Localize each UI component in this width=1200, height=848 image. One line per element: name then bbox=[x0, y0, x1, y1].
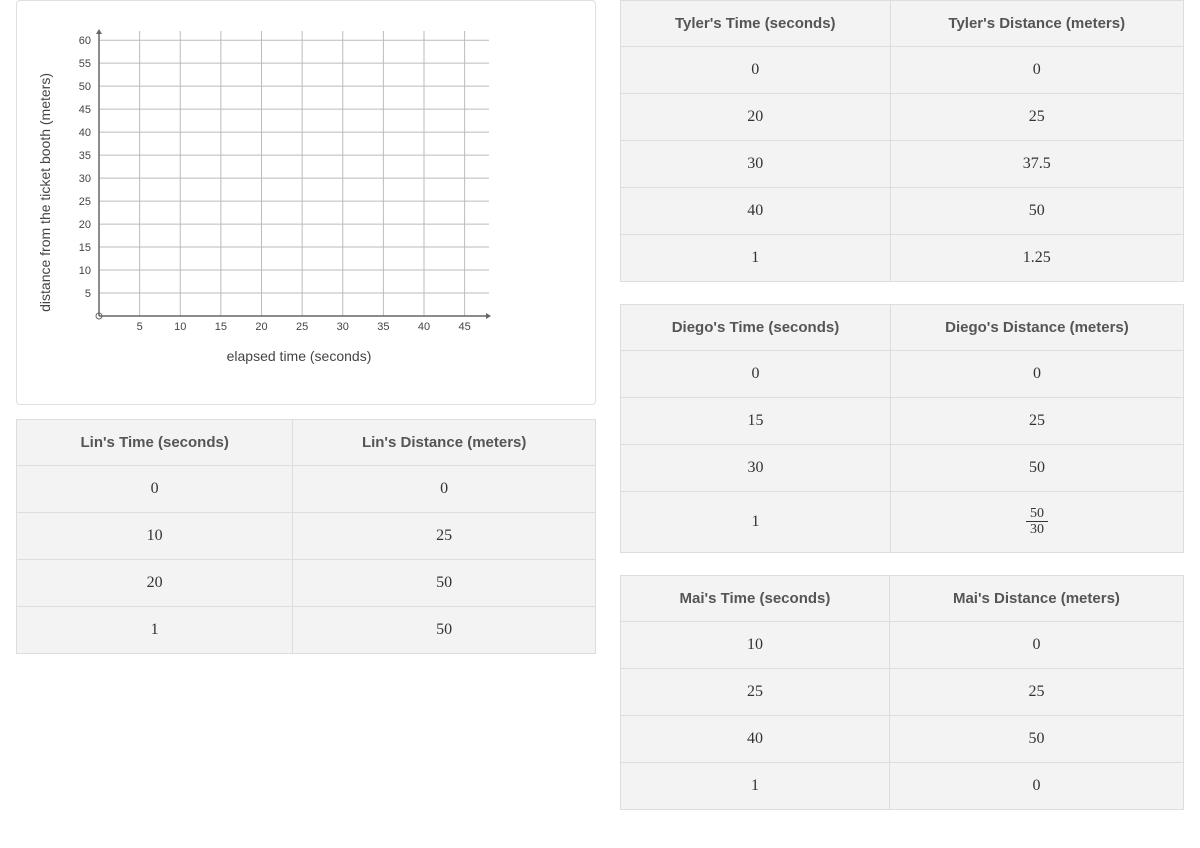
y-axis-label: distance from the ticket booth (meters) bbox=[37, 73, 53, 312]
table-cell: 25 bbox=[890, 398, 1183, 445]
tyler-header-dist: Tyler's Distance (meters) bbox=[890, 1, 1183, 47]
mai-header-time: Mai's Time (seconds) bbox=[621, 575, 890, 621]
svg-text:20: 20 bbox=[255, 321, 267, 333]
svg-text:30: 30 bbox=[337, 321, 349, 333]
svg-text:5: 5 bbox=[85, 288, 91, 300]
svg-text:40: 40 bbox=[79, 127, 91, 139]
table-cell: 20 bbox=[17, 560, 293, 607]
svg-text:25: 25 bbox=[79, 196, 91, 208]
table-cell: 5030 bbox=[890, 492, 1183, 553]
svg-text:35: 35 bbox=[377, 321, 389, 333]
table-cell: 50 bbox=[890, 188, 1183, 235]
table-cell: 0 bbox=[890, 47, 1183, 94]
svg-text:50: 50 bbox=[79, 81, 91, 93]
table-cell: 50 bbox=[889, 715, 1183, 762]
svg-text:55: 55 bbox=[79, 58, 91, 70]
table-cell: 37.5 bbox=[890, 141, 1183, 188]
table-cell: 25 bbox=[890, 94, 1183, 141]
table-cell: 0 bbox=[889, 762, 1183, 809]
table-cell: 0 bbox=[890, 351, 1183, 398]
lin-header-dist: Lin's Distance (meters) bbox=[293, 420, 596, 466]
table-cell: 1 bbox=[621, 235, 891, 282]
diego-header-dist: Diego's Distance (meters) bbox=[890, 305, 1183, 351]
table-cell: 1 bbox=[17, 607, 293, 654]
table-cell: 25 bbox=[621, 668, 890, 715]
table-cell: 0 bbox=[621, 351, 891, 398]
x-axis-label: elapsed time (seconds) bbox=[99, 348, 499, 364]
svg-text:45: 45 bbox=[79, 104, 91, 116]
table-cell: 0 bbox=[621, 47, 891, 94]
lin-header-time: Lin's Time (seconds) bbox=[17, 420, 293, 466]
svg-text:15: 15 bbox=[79, 242, 91, 254]
table-cell: 15 bbox=[621, 398, 891, 445]
svg-text:45: 45 bbox=[459, 321, 471, 333]
svg-text:60: 60 bbox=[79, 35, 91, 47]
diego-header-time: Diego's Time (seconds) bbox=[621, 305, 891, 351]
table-cell: 10 bbox=[17, 513, 293, 560]
table-cell: 0 bbox=[17, 466, 293, 513]
table-cell: 25 bbox=[293, 513, 596, 560]
table-cell: 1 bbox=[621, 492, 891, 553]
table-cell: 50 bbox=[293, 560, 596, 607]
table-cell: 20 bbox=[621, 94, 891, 141]
table-cell: 30 bbox=[621, 141, 891, 188]
table-cell: 30 bbox=[621, 445, 891, 492]
table-cell: 1.25 bbox=[890, 235, 1183, 282]
table-cell: 0 bbox=[889, 621, 1183, 668]
svg-text:20: 20 bbox=[79, 219, 91, 231]
graph-card: distance from the ticket booth (meters) … bbox=[16, 0, 596, 405]
table-cell: 50 bbox=[890, 445, 1183, 492]
mai-header-dist: Mai's Distance (meters) bbox=[889, 575, 1183, 621]
tyler-table: Tyler's Time (seconds) Tyler's Distance … bbox=[620, 0, 1184, 282]
table-cell: 50 bbox=[293, 607, 596, 654]
coordinate-grid: 5 10 15 20 25 30 35 40 45 5 10 15 20 25 30 35 40 45 50 55 60 bbox=[59, 21, 499, 341]
tyler-header-time: Tyler's Time (seconds) bbox=[621, 1, 891, 47]
svg-text:30: 30 bbox=[79, 173, 91, 185]
svg-text:10: 10 bbox=[174, 321, 186, 333]
svg-text:10: 10 bbox=[79, 265, 91, 277]
mai-table: Mai's Time (seconds) Mai's Distance (met… bbox=[620, 575, 1184, 810]
svg-text:40: 40 bbox=[418, 321, 430, 333]
diego-table: Diego's Time (seconds) Diego's Distance … bbox=[620, 304, 1184, 553]
table-cell: 40 bbox=[621, 715, 890, 762]
table-cell: 1 bbox=[621, 762, 890, 809]
svg-text:15: 15 bbox=[215, 321, 227, 333]
svg-text:35: 35 bbox=[79, 150, 91, 162]
table-cell: 40 bbox=[621, 188, 891, 235]
svg-text:5: 5 bbox=[137, 321, 143, 333]
svg-text:25: 25 bbox=[296, 321, 308, 333]
table-cell: 25 bbox=[889, 668, 1183, 715]
lin-table: Lin's Time (seconds) Lin's Distance (met… bbox=[16, 419, 596, 654]
table-cell: 10 bbox=[621, 621, 890, 668]
table-cell: 0 bbox=[293, 466, 596, 513]
